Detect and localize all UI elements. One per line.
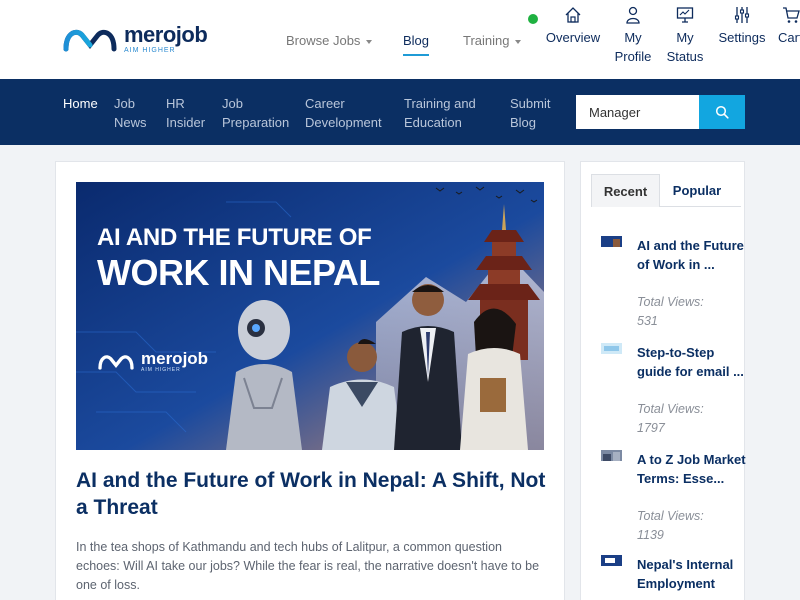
article-excerpt: In the tea shops of Kathmandu and tech h…	[76, 540, 540, 592]
overview-label: Overview	[545, 30, 601, 45]
main-nav-job-news[interactable]: Job News	[114, 94, 154, 132]
settings-label: Settings	[718, 30, 766, 45]
post-thumbnail	[601, 555, 622, 566]
recent-post-views: Total Views: 1139	[637, 507, 747, 545]
cart-link[interactable]: Cart	[778, 6, 800, 47]
tab-recent[interactable]: Recent	[591, 174, 660, 207]
article-title[interactable]: AI and the Future of Work in Nepal: A Sh…	[76, 467, 546, 521]
main-nav-home[interactable]: Home	[63, 94, 98, 113]
views-label: Total Views:	[637, 402, 704, 416]
recent-post-title[interactable]: Nepal's Internal Employment	[637, 555, 747, 593]
merojob-logo[interactable]: merojob AIM HIGHER	[62, 22, 208, 55]
search-button[interactable]	[699, 95, 745, 129]
sliders-icon	[734, 7, 750, 23]
views-label: Total Views:	[637, 509, 704, 523]
recent-post-views: Total Views: 531	[637, 293, 747, 331]
post-thumbnail	[601, 343, 622, 354]
online-status-dot	[528, 14, 538, 24]
hero-illustration	[76, 182, 544, 450]
hero-brand-logo: merojob AIM HIGHER	[96, 350, 208, 373]
monitor-icon	[676, 7, 694, 23]
main-nav-career-development[interactable]: Career Development	[305, 94, 387, 132]
main-nav-hr-insider[interactable]: HR Insider	[166, 94, 210, 132]
logo-mark-icon	[63, 29, 117, 51]
recent-post-title[interactable]: AI and the Future of Work in ...	[637, 236, 747, 274]
nav-blog[interactable]: Blog	[395, 33, 437, 56]
nav-blog-label: Blog	[403, 33, 430, 48]
my-profile-label: My Profile	[614, 30, 652, 64]
settings-link[interactable]: Settings	[716, 6, 768, 47]
main-nav-training-education[interactable]: Training and Education	[404, 94, 484, 132]
logo-name: merojob	[124, 22, 208, 47]
hero-brand-name: merojob	[141, 349, 209, 368]
article-card: AI AND THE FUTURE OF WORK IN NEPAL meroj…	[55, 161, 565, 600]
logo-tagline: AIM HIGHER	[124, 47, 176, 54]
main-nav-job-preparation[interactable]: Job Preparation	[222, 94, 294, 132]
views-count: 1797	[637, 421, 665, 435]
views-count: 531	[637, 314, 658, 328]
my-status-label: My Status	[666, 30, 704, 64]
recent-post-views: Total Views: 1797	[637, 400, 747, 438]
cart-icon	[783, 7, 800, 23]
article-hero-image[interactable]: AI AND THE FUTURE OF WORK IN NEPAL meroj…	[76, 182, 544, 450]
main-nav: Home Job News HR Insider Job Preparation…	[0, 79, 800, 145]
post-thumbnail	[601, 450, 622, 461]
my-status-link[interactable]: My Status	[665, 6, 705, 66]
overview-link[interactable]: Overview	[544, 6, 602, 47]
nav-browse-jobs-label: Browse Jobs	[286, 33, 361, 48]
sidebar-tabs: Recent Popular	[591, 174, 741, 207]
my-profile-link[interactable]: My Profile	[612, 6, 654, 66]
tab-popular[interactable]: Popular	[663, 174, 731, 207]
home-icon	[565, 7, 581, 23]
user-icon	[626, 6, 640, 24]
main-nav-submit-blog[interactable]: Submit Blog	[510, 94, 558, 132]
nav-training-label: Training	[463, 33, 510, 48]
chevron-down-icon	[366, 39, 373, 44]
views-count: 1139	[637, 528, 664, 542]
sidebar-panel: Recent Popular AI and the Future of Work…	[580, 161, 747, 600]
top-header: merojob AIM HIGHER Browse Jobs Blog Trai…	[0, 0, 800, 79]
recent-post-title[interactable]: A to Z Job Market Terms: Esse...	[637, 450, 747, 488]
chevron-down-icon	[515, 39, 522, 44]
search-box	[576, 95, 745, 129]
views-label: Total Views:	[637, 295, 704, 309]
nav-training[interactable]: Training	[463, 33, 522, 48]
search-input[interactable]	[576, 95, 699, 129]
recent-post-title[interactable]: Step-to-Step guide for email ...	[637, 343, 747, 381]
hero-title-line-2: WORK IN NEPAL	[97, 252, 380, 293]
nav-browse-jobs[interactable]: Browse Jobs	[286, 33, 373, 48]
cart-label: Cart	[778, 30, 800, 45]
hero-title-line-1: AI AND THE FUTURE OF	[97, 224, 372, 251]
search-icon	[715, 105, 729, 119]
post-thumbnail	[601, 236, 622, 247]
logo-mark-icon	[98, 354, 134, 370]
